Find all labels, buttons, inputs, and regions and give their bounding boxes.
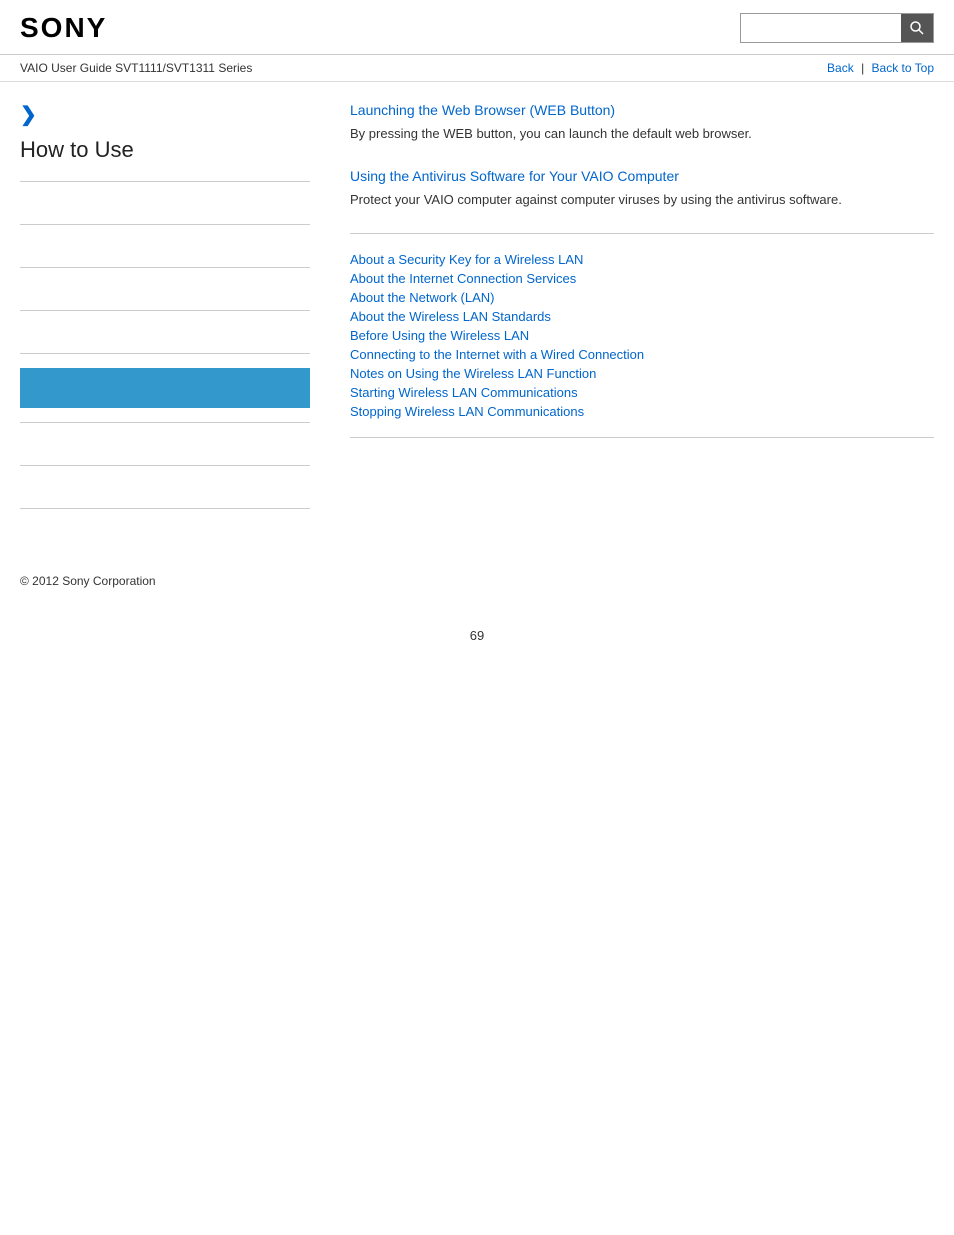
sidebar-divider-3 [20,267,310,268]
guide-title: VAIO User Guide SVT1111/SVT1311 Series [20,61,252,75]
content-section-1: Launching the Web Browser (WEB Button) B… [350,102,934,144]
nav-separator: | [861,61,867,75]
link-list-item-3[interactable]: About the Wireless LAN Standards [350,309,551,324]
content-divider-2 [350,437,934,438]
list-item: About the Network (LAN) [350,290,934,305]
sidebar-nav-item-5[interactable] [20,437,310,451]
link-list: About a Security Key for a Wireless LAN A… [350,252,934,419]
sidebar-section-title: How to Use [20,137,310,163]
back-to-top-link[interactable]: Back to Top [872,61,934,75]
list-item: About the Wireless LAN Standards [350,309,934,324]
link-list-item-5[interactable]: Connecting to the Internet with a Wired … [350,347,644,362]
link-list-item-1[interactable]: About the Internet Connection Services [350,271,576,286]
search-button[interactable] [901,14,933,42]
section2-desc: Protect your VAIO computer against compu… [350,190,934,210]
sidebar-nav-item-6[interactable] [20,480,310,494]
sidebar-divider-7 [20,465,310,466]
footer: © 2012 Sony Corporation [0,543,954,608]
link-list-item-2[interactable]: About the Network (LAN) [350,290,495,305]
list-item: Stopping Wireless LAN Communications [350,404,934,419]
breadcrumb-bar: VAIO User Guide SVT1111/SVT1311 Series B… [0,55,954,82]
content-area: Launching the Web Browser (WEB Button) B… [330,102,934,523]
search-input[interactable] [741,14,901,42]
sidebar-divider-4 [20,310,310,311]
section1-desc: By pressing the WEB button, you can laun… [350,124,934,144]
link-list-item-6[interactable]: Notes on Using the Wireless LAN Function [350,366,596,381]
page-number: 69 [0,608,954,653]
link-list-item-0[interactable]: About a Security Key for a Wireless LAN [350,252,583,267]
nav-links: Back | Back to Top [827,61,934,75]
sidebar: ❯ How to Use [20,102,330,523]
sidebar-nav-item-3[interactable] [20,282,310,296]
list-item: About the Internet Connection Services [350,271,934,286]
search-icon [909,20,925,36]
link-list-item-7[interactable]: Starting Wireless LAN Communications [350,385,578,400]
sidebar-nav-item-4[interactable] [20,325,310,339]
section1-title[interactable]: Launching the Web Browser (WEB Button) [350,102,934,118]
sidebar-divider-2 [20,224,310,225]
sidebar-divider-1 [20,181,310,182]
back-link[interactable]: Back [827,61,854,75]
main-content: ❯ How to Use Launching the Web Browser (… [0,82,954,543]
sidebar-divider-8 [20,508,310,509]
section2-title[interactable]: Using the Antivirus Software for Your VA… [350,168,934,184]
chevron-right-icon: ❯ [20,102,310,127]
list-item: About a Security Key for a Wireless LAN [350,252,934,267]
sidebar-nav-item-2[interactable] [20,239,310,253]
list-item: Notes on Using the Wireless LAN Function [350,366,934,381]
link-list-item-8[interactable]: Stopping Wireless LAN Communications [350,404,584,419]
sidebar-divider-6 [20,422,310,423]
sidebar-nav-item-highlighted[interactable] [20,368,310,408]
link-list-item-4[interactable]: Before Using the Wireless LAN [350,328,529,343]
search-box [740,13,934,43]
sony-logo: SONY [20,12,107,44]
sidebar-nav-item-1[interactable] [20,196,310,210]
copyright: © 2012 Sony Corporation [20,574,156,588]
sidebar-divider-5 [20,353,310,354]
page-header: SONY [0,0,954,55]
list-item: Before Using the Wireless LAN [350,328,934,343]
content-section-2: Using the Antivirus Software for Your VA… [350,168,934,210]
content-divider-1 [350,233,934,234]
list-item: Starting Wireless LAN Communications [350,385,934,400]
list-item: Connecting to the Internet with a Wired … [350,347,934,362]
